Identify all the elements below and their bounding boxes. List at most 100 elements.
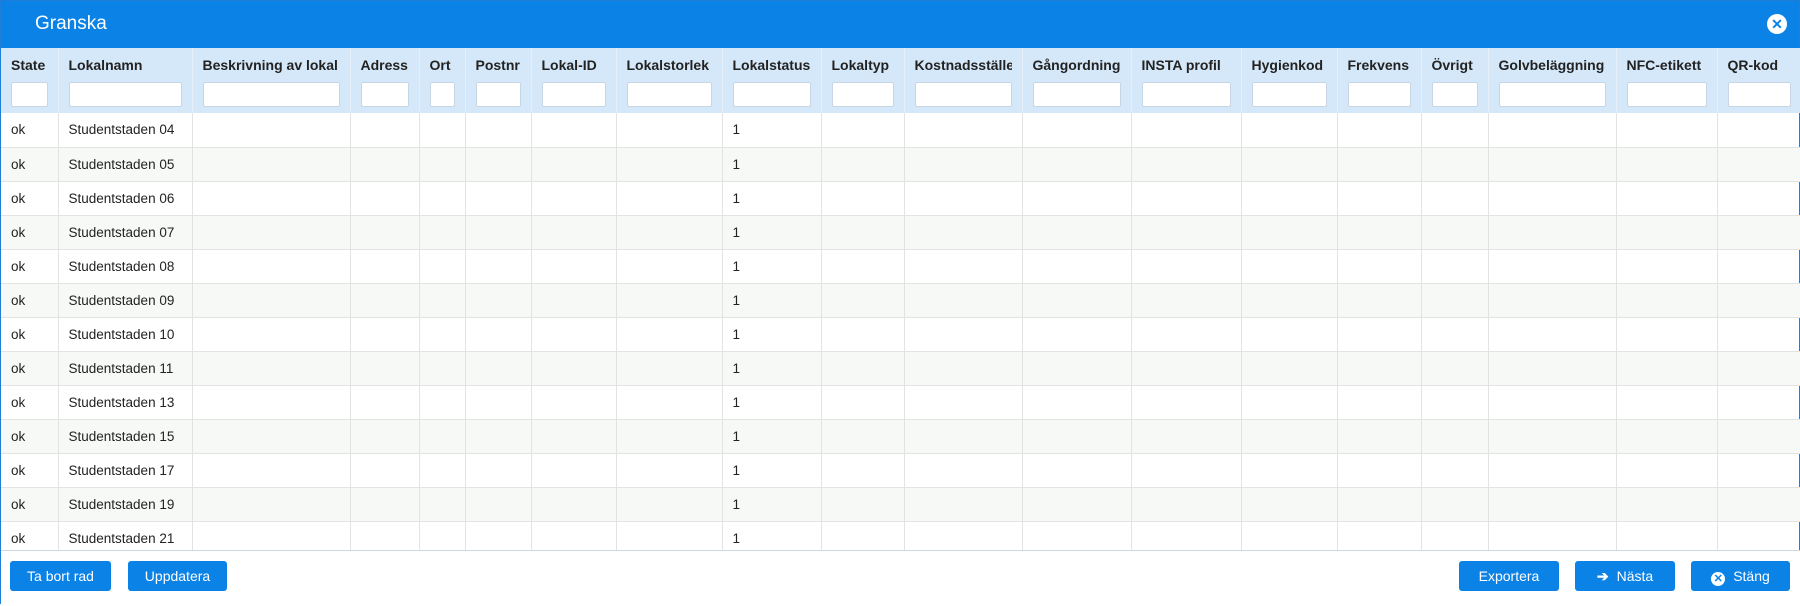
table-cell[interactable] xyxy=(1717,249,1800,284)
table-cell[interactable] xyxy=(1337,385,1422,420)
table-cell[interactable] xyxy=(350,249,420,284)
table-cell[interactable]: ok xyxy=(1,283,59,318)
table-cell[interactable] xyxy=(1717,453,1800,488)
table-cell[interactable] xyxy=(1241,385,1338,420)
table-cell[interactable]: 1 xyxy=(722,385,822,420)
table-cell[interactable] xyxy=(1488,487,1617,522)
table-cell[interactable] xyxy=(419,385,466,420)
table-cell[interactable] xyxy=(1717,283,1800,318)
table-cell[interactable] xyxy=(465,351,532,386)
table-cell[interactable] xyxy=(616,521,723,550)
table-cell[interactable] xyxy=(904,215,1023,250)
table-cell[interactable] xyxy=(350,215,420,250)
table-cell[interactable] xyxy=(531,453,617,488)
table-cell[interactable] xyxy=(419,249,466,284)
column-filter-input[interactable] xyxy=(202,82,340,107)
table-cell[interactable]: Studentstaden 15 xyxy=(58,419,193,454)
table-cell[interactable] xyxy=(904,453,1023,488)
table-cell[interactable] xyxy=(1616,181,1718,216)
column-filter-input[interactable] xyxy=(626,82,712,107)
table-cell[interactable] xyxy=(1717,351,1800,386)
column-header[interactable]: Frekvens xyxy=(1337,48,1422,113)
table-cell[interactable] xyxy=(1421,351,1489,386)
table-cell[interactable] xyxy=(465,317,532,352)
table-cell[interactable] xyxy=(192,215,351,250)
table-cell[interactable] xyxy=(821,453,905,488)
table-cell[interactable] xyxy=(531,317,617,352)
table-cell[interactable] xyxy=(1241,487,1338,522)
table-cell[interactable] xyxy=(1337,113,1422,148)
table-cell[interactable] xyxy=(350,521,420,550)
table-cell[interactable] xyxy=(531,419,617,454)
table-cell[interactable] xyxy=(1717,215,1800,250)
table-row[interactable]: ok Studentstaden 05 1 xyxy=(1,147,1800,182)
table-cell[interactable]: 1 xyxy=(722,453,822,488)
column-header[interactable]: QR-kod xyxy=(1717,48,1800,113)
table-cell[interactable] xyxy=(350,487,420,522)
table-cell[interactable] xyxy=(465,147,532,182)
table-cell[interactable]: ok xyxy=(1,385,59,420)
table-cell[interactable] xyxy=(1337,283,1422,318)
table-cell[interactable] xyxy=(465,419,532,454)
table-cell[interactable] xyxy=(465,453,532,488)
table-cell[interactable]: ok xyxy=(1,147,59,182)
column-filter-input[interactable] xyxy=(732,82,811,107)
table-row[interactable]: ok Studentstaden 08 1 xyxy=(1,249,1800,284)
table-cell[interactable] xyxy=(904,521,1023,550)
table-cell[interactable] xyxy=(821,317,905,352)
table-cell[interactable] xyxy=(1421,147,1489,182)
table-cell[interactable] xyxy=(1337,487,1422,522)
table-cell[interactable] xyxy=(1241,283,1338,318)
table-cell[interactable] xyxy=(1717,385,1800,420)
table-cell[interactable] xyxy=(616,181,723,216)
table-row[interactable]: ok Studentstaden 19 1 xyxy=(1,487,1800,522)
table-cell[interactable] xyxy=(1488,181,1617,216)
table-row[interactable]: ok Studentstaden 10 1 xyxy=(1,317,1800,352)
table-cell[interactable] xyxy=(821,521,905,550)
table-cell[interactable]: Studentstaden 04 xyxy=(58,113,193,148)
column-filter-input[interactable] xyxy=(68,82,182,107)
table-cell[interactable] xyxy=(1421,419,1489,454)
table-cell[interactable] xyxy=(904,147,1023,182)
column-header[interactable]: Kostnadsställe xyxy=(904,48,1023,113)
table-cell[interactable] xyxy=(192,351,351,386)
table-cell[interactable]: Studentstaden 05 xyxy=(58,147,193,182)
table-cell[interactable] xyxy=(1421,215,1489,250)
column-header[interactable]: Övrigt xyxy=(1421,48,1489,113)
table-cell[interactable] xyxy=(616,113,723,148)
table-row[interactable]: ok Studentstaden 15 1 xyxy=(1,419,1800,454)
table-cell[interactable]: ok xyxy=(1,351,59,386)
table-cell[interactable] xyxy=(1131,521,1242,550)
export-button[interactable]: Exportera xyxy=(1459,561,1559,591)
remove-row-button[interactable]: Ta bort rad xyxy=(10,561,111,591)
table-cell[interactable] xyxy=(1241,113,1338,148)
table-cell[interactable] xyxy=(616,249,723,284)
table-cell[interactable] xyxy=(1131,419,1242,454)
column-header[interactable]: Beskrivning av lokal xyxy=(192,48,351,113)
table-cell[interactable] xyxy=(904,249,1023,284)
table-row[interactable]: ok Studentstaden 06 1 xyxy=(1,181,1800,216)
table-cell[interactable] xyxy=(465,215,532,250)
table-cell[interactable] xyxy=(531,113,617,148)
table-cell[interactable]: Studentstaden 07 xyxy=(58,215,193,250)
table-cell[interactable] xyxy=(419,521,466,550)
table-cell[interactable]: 1 xyxy=(722,113,822,148)
table-cell[interactable] xyxy=(419,487,466,522)
table-cell[interactable] xyxy=(192,113,351,148)
column-filter-input[interactable] xyxy=(360,82,409,107)
column-header[interactable]: Hygienkod xyxy=(1241,48,1338,113)
table-cell[interactable] xyxy=(1337,181,1422,216)
table-cell[interactable] xyxy=(192,283,351,318)
table-cell[interactable] xyxy=(419,147,466,182)
table-cell[interactable] xyxy=(1717,317,1800,352)
table-cell[interactable] xyxy=(821,419,905,454)
update-button[interactable]: Uppdatera xyxy=(128,561,227,591)
column-filter-input[interactable] xyxy=(914,82,1012,107)
column-header[interactable]: Ort xyxy=(419,48,466,113)
table-cell[interactable] xyxy=(1488,249,1617,284)
table-cell[interactable] xyxy=(1022,249,1132,284)
table-cell[interactable] xyxy=(1616,487,1718,522)
table-cell[interactable] xyxy=(465,113,532,148)
table-cell[interactable] xyxy=(531,487,617,522)
table-cell[interactable] xyxy=(1022,317,1132,352)
